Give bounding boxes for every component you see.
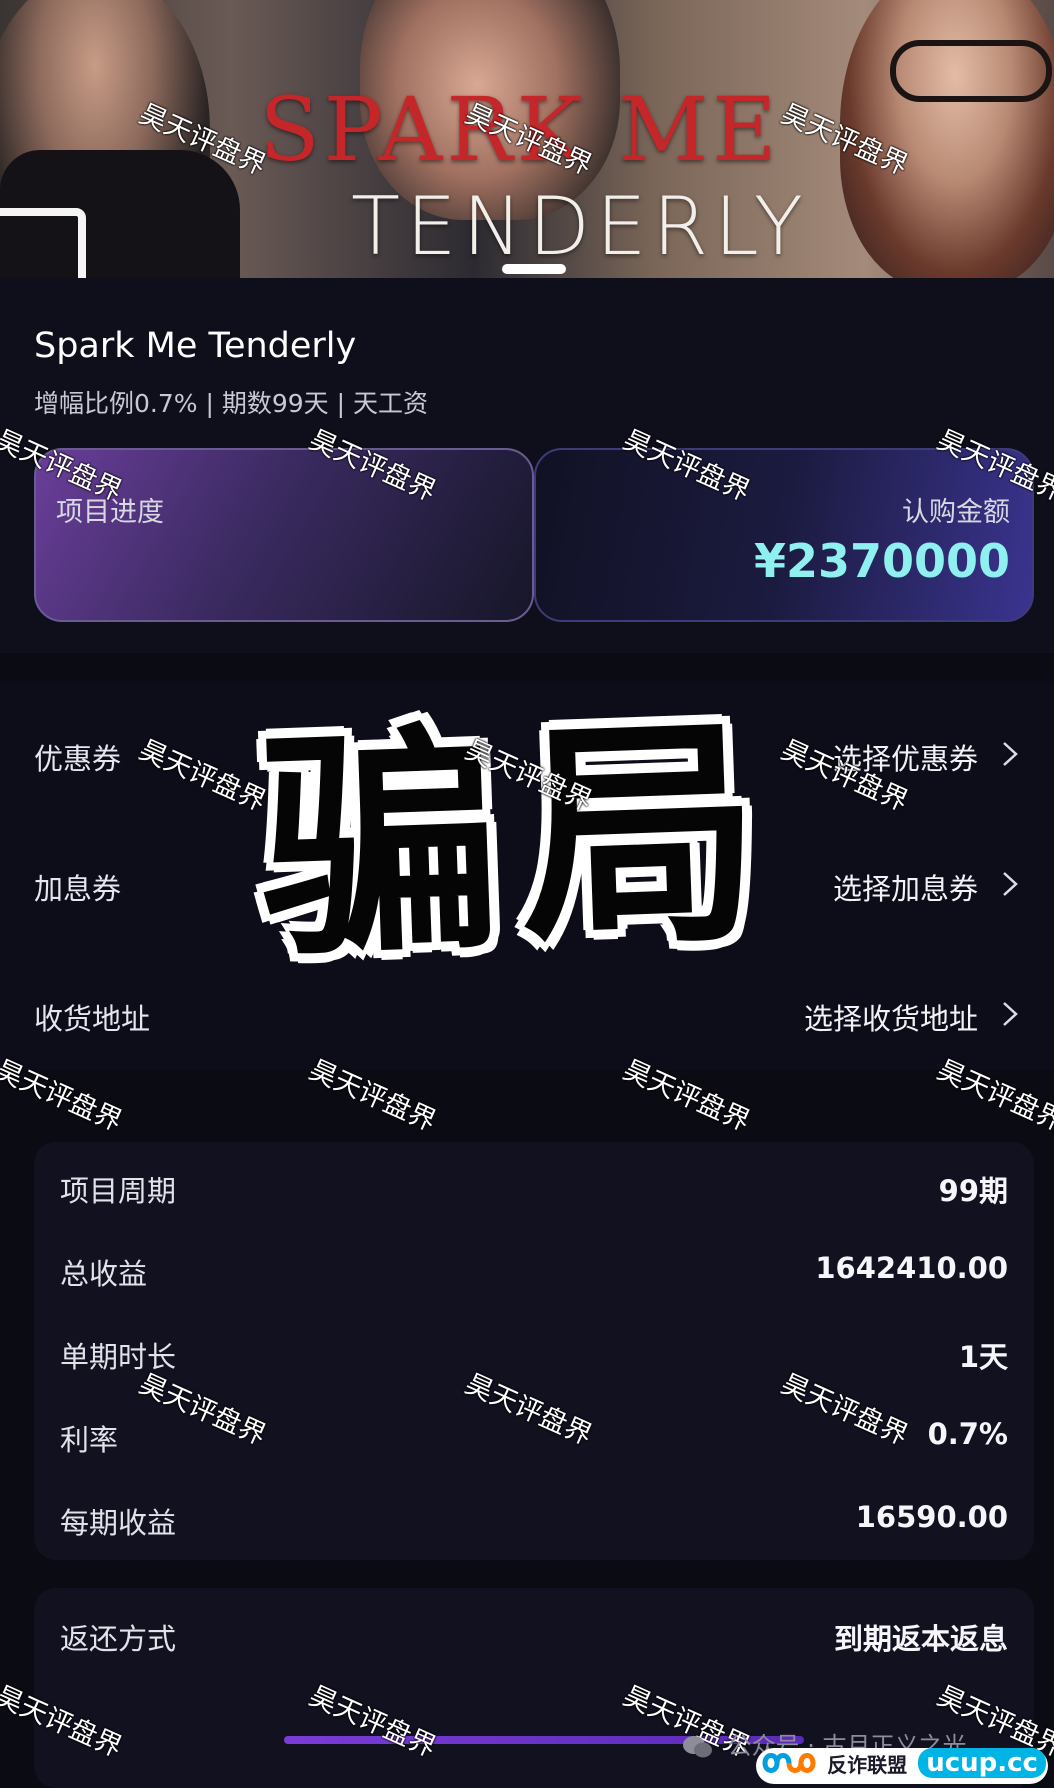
select-interest-coupon-link[interactable]: 选择加息券 xyxy=(833,866,978,908)
product-header: Spark Me Tenderly 增幅比例0.7% | 期数99天 | 天工资… xyxy=(0,278,1054,653)
infinity-logo-icon xyxy=(762,1753,816,1773)
detail-row-duration: 单期时长 1天 xyxy=(34,1322,1034,1382)
banner-image[interactable]: SPARK ME TENDERLY xyxy=(0,0,1054,278)
chevron-right-icon xyxy=(1003,872,1018,896)
coupon-label: 优惠券 xyxy=(34,742,122,776)
brand-cn-text: 反诈联盟 xyxy=(827,1752,908,1777)
detail-value: 99期 xyxy=(938,1174,1008,1208)
detail-label: 项目周期 xyxy=(60,1174,177,1208)
project-details: 项目周期 99期 总收益 1642410.00 单期时长 1天 利率 0.7% … xyxy=(34,1142,1034,1560)
detail-value: 1642410.00 xyxy=(815,1251,1008,1285)
project-progress-card: 项目进度 xyxy=(34,448,534,622)
brand-en-text: ucup.cc xyxy=(918,1748,1046,1778)
product-name: Spark Me Tenderly xyxy=(34,326,357,366)
chevron-right-icon xyxy=(1003,742,1018,766)
banner-glasses xyxy=(890,40,1052,102)
wechat-icon xyxy=(683,1736,712,1758)
subscription-amount-card: 认购金额 ¥2370000 xyxy=(534,448,1034,622)
select-coupon-link[interactable]: 选择优惠券 xyxy=(833,736,978,778)
detail-row-total-income: 总收益 1642410.00 xyxy=(34,1239,1034,1299)
product-meta: 增幅比例0.7% | 期数99天 | 天工资 xyxy=(34,389,428,418)
page: SPARK ME TENDERLY Spark Me Tenderly 增幅比例… xyxy=(0,0,1054,1788)
detail-label: 单期时长 xyxy=(60,1340,177,1374)
subscription-amount-label: 认购金额 xyxy=(902,497,1010,528)
detail-value: 1天 xyxy=(958,1340,1008,1374)
detail-row-period-income: 每期收益 16590.00 xyxy=(34,1488,1034,1548)
return-method-value: 到期返本返息 xyxy=(833,1622,1008,1656)
interest-coupon-row[interactable]: 加息券 选择加息券 xyxy=(0,838,1054,928)
anti-fraud-brand-badge: 反诈联盟 ucup.cc xyxy=(756,1748,1048,1784)
detail-row-rate: 利率 0.7% xyxy=(34,1405,1034,1465)
banner-title-line1: SPARK ME xyxy=(259,78,781,181)
interest-coupon-label: 加息券 xyxy=(34,872,122,906)
subscription-amount-value: ¥2370000 xyxy=(753,534,1010,588)
selection-list: 优惠券 选择优惠券 加息券 选择加息券 收货地址 选择收货地址 xyxy=(0,684,1054,1070)
coupon-row[interactable]: 优惠券 选择优惠券 xyxy=(0,708,1054,798)
detail-label: 利率 xyxy=(60,1423,119,1457)
return-method-label: 返还方式 xyxy=(60,1622,177,1656)
carousel-indicator[interactable] xyxy=(502,264,566,274)
select-shipping-address-link[interactable]: 选择收货地址 xyxy=(804,996,978,1038)
project-progress-label: 项目进度 xyxy=(56,497,164,528)
banner-logo-icon xyxy=(0,208,86,278)
detail-label: 每期收益 xyxy=(60,1506,177,1540)
chevron-right-icon xyxy=(1003,1002,1018,1026)
shipping-address-row[interactable]: 收货地址 选择收货地址 xyxy=(0,968,1054,1058)
detail-value: 16590.00 xyxy=(855,1500,1008,1534)
detail-row-period: 项目周期 99期 xyxy=(34,1156,1034,1216)
detail-value: 0.7% xyxy=(927,1417,1008,1451)
detail-label: 总收益 xyxy=(60,1257,148,1291)
banner-title-line2: TENDERLY xyxy=(351,180,809,273)
shipping-address-label: 收货地址 xyxy=(34,1002,151,1036)
